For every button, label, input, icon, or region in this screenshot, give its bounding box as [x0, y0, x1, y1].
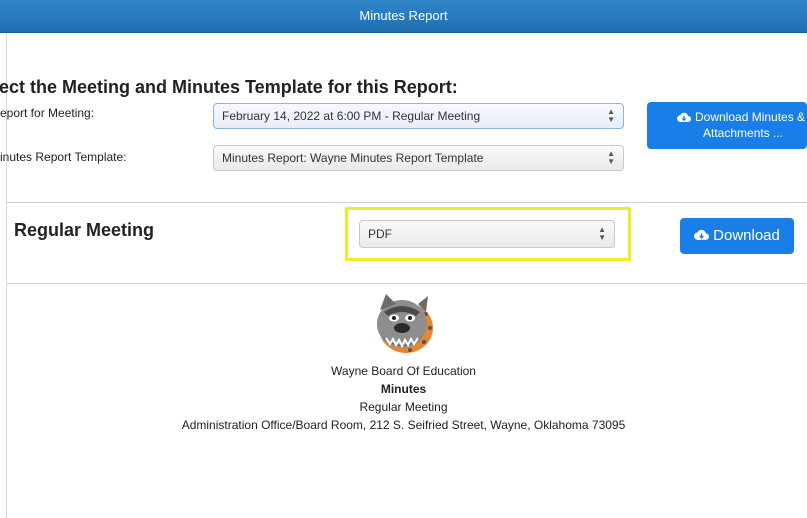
format-select[interactable]: PDF ▲ ▼ — [359, 220, 615, 248]
template-select-value: Minutes Report: Wayne Minutes Report Tem… — [222, 151, 484, 165]
download-minutes-attachments-button[interactable]: Download Minutes & Attachments ... — [647, 102, 807, 149]
doc-title: Minutes — [380, 382, 427, 396]
meeting-select[interactable]: February 14, 2022 at 6:00 PM - Regular M… — [213, 103, 624, 129]
cloud-download-icon — [694, 229, 710, 240]
download-attachments-label-2: Attachments ... — [703, 126, 784, 140]
download-button[interactable]: Download — [680, 218, 794, 254]
meeting-select-value: February 14, 2022 at 6:00 PM - Regular M… — [222, 109, 481, 123]
template-select[interactable]: Minutes Report: Wayne Minutes Report Tem… — [213, 145, 624, 171]
window-title: Minutes Report — [359, 8, 448, 23]
form-heading: lect the Meeting and Minutes Template fo… — [0, 77, 458, 97]
cloud-download-icon — [677, 113, 691, 123]
meeting-address: Administration Office/Board Room, 212 S.… — [181, 418, 626, 432]
divider — [6, 202, 807, 203]
meeting-label: eport for Meeting: — [0, 106, 95, 120]
template-label: inutes Report Template: — [0, 150, 127, 164]
meeting-title: Regular Meeting — [14, 220, 155, 240]
download-attachments-label-1: Download Minutes & — [695, 110, 806, 124]
select-caret-icon: ▲ ▼ — [607, 149, 615, 166]
bulldog-logo — [377, 294, 433, 353]
window-titlebar: Minutes Report — [0, 0, 807, 33]
download-label: Download — [713, 227, 780, 244]
organization-name: Wayne Board Of Education — [331, 364, 476, 378]
select-caret-icon: ▲ ▼ — [598, 225, 606, 242]
format-select-value: PDF — [368, 227, 392, 241]
meeting-type: Regular Meeting — [359, 400, 448, 414]
select-caret-icon: ▲ ▼ — [607, 107, 615, 124]
